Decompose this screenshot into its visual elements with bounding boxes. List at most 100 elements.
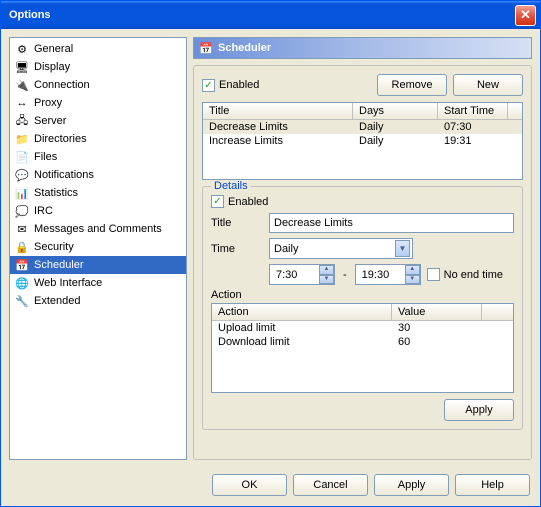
column-start[interactable]: Start Time xyxy=(438,103,508,119)
sidebar-item-web-interface[interactable]: 🌐 Web Interface xyxy=(10,274,186,292)
cancel-button[interactable]: Cancel xyxy=(293,474,368,496)
table-row[interactable]: Decrease LimitsDaily07:30 xyxy=(203,120,522,134)
enabled-checkbox[interactable]: ✓ xyxy=(202,79,215,92)
column-title[interactable]: Title xyxy=(203,103,353,119)
enabled-label: Enabled xyxy=(219,79,259,91)
spinner-down-icon[interactable]: ▼ xyxy=(319,275,334,285)
start-time-spinner[interactable]: 7:30 ▲ ▼ xyxy=(269,264,335,285)
sidebar-item-label: Server xyxy=(34,115,66,127)
action-label: Action xyxy=(211,289,514,301)
chevron-down-icon[interactable]: ▼ xyxy=(395,240,410,257)
sidebar-item-display[interactable]: 🖥 Display xyxy=(10,58,186,76)
cell-value: 60 xyxy=(392,335,482,349)
sidebar-item-messages-and-comments[interactable]: ✉ Messages and Comments xyxy=(10,220,186,238)
column-value[interactable]: Value xyxy=(392,304,482,320)
time-combo[interactable]: Daily ▼ xyxy=(269,238,413,259)
sidebar-item-label: Files xyxy=(34,151,57,163)
details-enabled-wrap[interactable]: ✓ Enabled xyxy=(211,195,514,208)
column-action[interactable]: Action xyxy=(212,304,392,320)
time-combo-value: Daily xyxy=(274,243,298,255)
enabled-checkbox-wrap[interactable]: ✓ Enabled xyxy=(202,79,259,92)
cell-start: 07:30 xyxy=(438,120,508,134)
ok-button[interactable]: OK xyxy=(212,474,287,496)
column-days[interactable]: Days xyxy=(353,103,438,119)
time-label: Time xyxy=(211,243,263,255)
cell-start: 19:31 xyxy=(438,134,508,148)
details-fieldset: Details ✓ Enabled Title Time Daily ▼ xyxy=(202,186,523,430)
no-end-time-checkbox[interactable] xyxy=(427,268,440,281)
no-end-time-label: No end time xyxy=(444,269,503,281)
sidebar-item-notifications[interactable]: 💬Notifications xyxy=(10,166,186,184)
table-row[interactable]: Increase LimitsDaily19:31 xyxy=(203,134,522,148)
details-enabled-label: Enabled xyxy=(228,196,268,208)
cell-title: Decrease Limits xyxy=(203,120,353,134)
sidebar-item-label: Statistics xyxy=(34,187,78,199)
no-end-time-wrap[interactable]: No end time xyxy=(427,268,503,281)
spinner-up-icon[interactable]: ▲ xyxy=(405,265,420,275)
sidebar-item-irc[interactable]: 💭 IRC xyxy=(10,202,186,220)
sidebar-item-label: Display xyxy=(34,61,70,73)
sidebar-item-connection[interactable]: 🔌Connection xyxy=(10,76,186,94)
sidebar-item-general[interactable]: ⚙General xyxy=(10,40,186,58)
main-panel: 📅 Scheduler ✓ Enabled Remove New xyxy=(193,37,532,460)
sidebar-item-directories[interactable]: 📁Directories xyxy=(10,130,186,148)
options-window: Options ✕ ⚙General🖥 Display 🔌Connection↔ Pr… xyxy=(0,0,541,507)
sidebar-item-security[interactable]: 🔒Security xyxy=(10,238,186,256)
cell-days: Daily xyxy=(353,134,438,148)
sidebar-item-scheduler[interactable]: 📅Scheduler xyxy=(10,256,186,274)
irc-icon: 💭 xyxy=(14,203,30,219)
title-label: Title xyxy=(211,217,263,229)
sidebar-item-label: Web Interface xyxy=(34,277,102,289)
sidebar-item-label: Security xyxy=(34,241,74,253)
table-row[interactable]: Download limit60 xyxy=(212,335,513,349)
help-button[interactable]: Help xyxy=(455,474,530,496)
scheduler-icon: 📅 xyxy=(198,40,214,56)
directories-icon: 📁 xyxy=(14,131,30,147)
remove-button[interactable]: Remove xyxy=(377,74,447,96)
end-time-spinner[interactable]: 19:30 ▲ ▼ xyxy=(355,264,421,285)
sidebar-item-extended[interactable]: 🔧Extended xyxy=(10,292,186,310)
cell-days: Daily xyxy=(353,120,438,134)
cell-action: Download limit xyxy=(212,335,392,349)
messages-and-comments-icon: ✉ xyxy=(14,221,30,237)
sidebar-item-proxy[interactable]: ↔ Proxy xyxy=(10,94,186,112)
sidebar-item-statistics[interactable]: 📊 Statistics xyxy=(10,184,186,202)
cell-action: Upload limit xyxy=(212,321,392,335)
statistics-icon: 📊 xyxy=(14,185,30,201)
sidebar-item-label: Scheduler xyxy=(34,259,84,271)
sidebar-item-label: Messages and Comments xyxy=(34,223,162,235)
sidebar-item-label: Proxy xyxy=(34,97,62,109)
server-icon: 🖧 xyxy=(14,113,30,129)
end-time-value: 19:30 xyxy=(362,269,390,281)
display-icon: 🖥 xyxy=(14,59,30,75)
titlebar[interactable]: Options ✕ xyxy=(1,1,540,29)
apply-button[interactable]: Apply xyxy=(374,474,449,496)
section-header: 📅 Scheduler xyxy=(193,37,532,59)
web-interface-icon: 🌐 xyxy=(14,275,30,291)
window-title: Options xyxy=(5,9,515,21)
sidebar-item-label: Connection xyxy=(34,79,90,91)
spinner-up-icon[interactable]: ▲ xyxy=(319,265,334,275)
title-input[interactable] xyxy=(269,213,514,233)
cell-title: Increase Limits xyxy=(203,134,353,148)
sidebar-item-label: IRC xyxy=(34,205,53,217)
sidebar-item-server[interactable]: 🖧 Server xyxy=(10,112,186,130)
details-apply-button[interactable]: Apply xyxy=(444,399,514,421)
close-button[interactable]: ✕ xyxy=(515,5,536,26)
new-button[interactable]: New xyxy=(453,74,523,96)
details-legend: Details xyxy=(211,180,251,192)
schedule-table[interactable]: Title Days Start Time Decrease LimitsDai… xyxy=(202,102,523,180)
general-icon: ⚙ xyxy=(14,41,30,57)
details-enabled-checkbox[interactable]: ✓ xyxy=(211,195,224,208)
spinner-down-icon[interactable]: ▼ xyxy=(405,275,420,285)
notifications-icon: 💬 xyxy=(14,167,30,183)
category-sidebar[interactable]: ⚙General🖥 Display 🔌Connection↔ Proxy 🖧 Server… xyxy=(9,37,187,460)
schedule-table-head: Title Days Start Time xyxy=(203,103,522,120)
action-table[interactable]: Action Value Upload limit30Download limi… xyxy=(211,303,514,393)
sidebar-item-files[interactable]: 📄Files xyxy=(10,148,186,166)
table-row[interactable]: Upload limit30 xyxy=(212,321,513,335)
time-dash: - xyxy=(341,269,349,281)
action-table-head: Action Value xyxy=(212,304,513,321)
section-title: Scheduler xyxy=(218,42,271,54)
proxy-icon: ↔ xyxy=(14,95,30,111)
